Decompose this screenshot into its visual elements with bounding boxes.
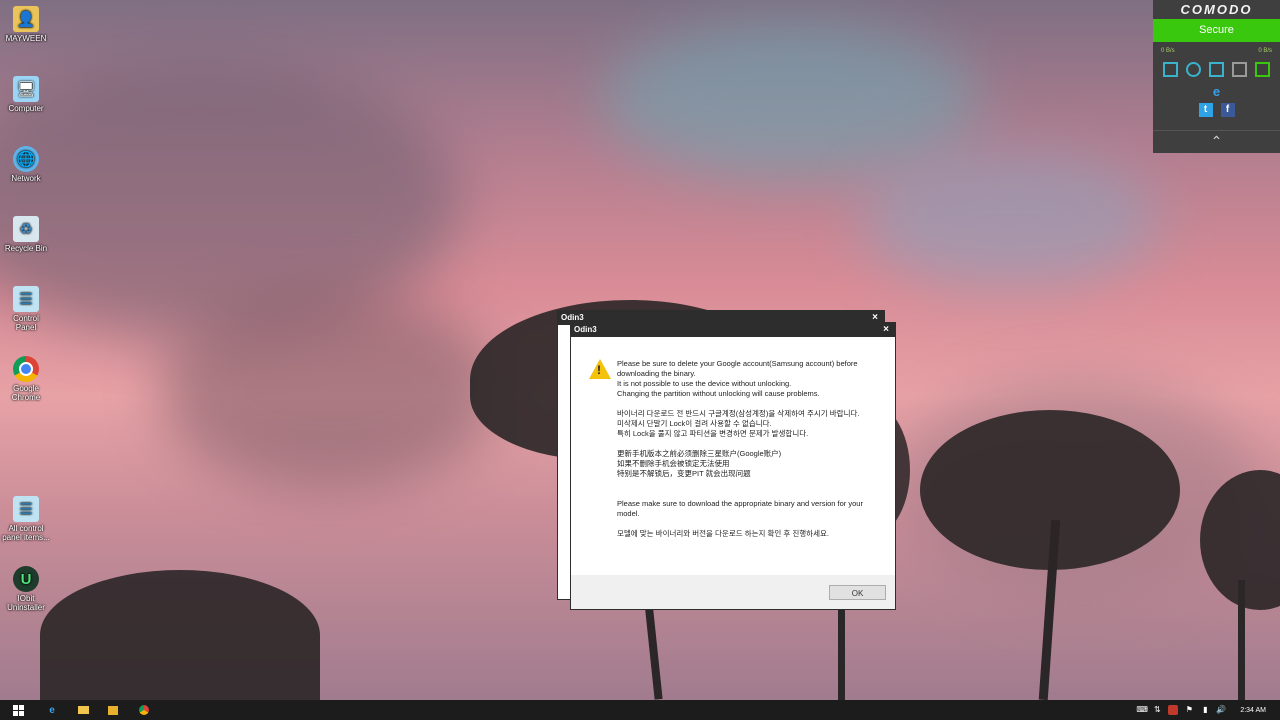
desktop-icon-label: Computer xyxy=(8,104,44,113)
logo-tile xyxy=(12,710,18,716)
windows-start-icon[interactable] xyxy=(10,702,26,718)
folder-shape xyxy=(77,706,89,714)
comodo-social-row: t f xyxy=(1153,103,1280,117)
desktop-icon-label: Network xyxy=(11,174,41,183)
comodo-toolbar xyxy=(1153,54,1280,77)
network-status-icon[interactable]: ⇅ xyxy=(1152,705,1162,715)
comodo-tray-icon[interactable] xyxy=(1168,705,1179,715)
network-monitor-icon[interactable] xyxy=(1255,62,1270,77)
file-explorer-icon[interactable] xyxy=(75,702,91,718)
control-panel-icon: ☰ xyxy=(13,286,39,312)
message-ko-2: 미삭제시 단말기 Lock이 걸려 사용할 수 없습니다. xyxy=(617,419,772,428)
desktop-icon-label: IObit Uninstaller xyxy=(7,594,45,612)
user-folder-icon: 👤 xyxy=(13,6,39,32)
desktop-icon-label: MAYWEEN xyxy=(5,34,47,43)
dialog-body: ! Please be sure to delete your Google a… xyxy=(571,337,895,575)
desktop-icon-all-control-panel-items[interactable]: ☰ All control panel items... xyxy=(2,496,50,542)
twitter-icon[interactable]: t xyxy=(1198,103,1213,117)
chevron-up-icon[interactable]: ⌃ xyxy=(1153,130,1280,153)
comodo-status-badge[interactable]: Secure xyxy=(1153,19,1280,42)
desktop-icon-label: Control Panel xyxy=(13,314,39,332)
iobit-uninstaller-icon: U xyxy=(13,566,39,592)
logo-tile xyxy=(12,704,18,710)
desktop-icon-label: All control panel items... xyxy=(2,524,50,542)
desktop-icon-iobit-uninstaller[interactable]: U IObit Uninstaller xyxy=(2,566,50,612)
keyboard-icon[interactable]: ⌨ xyxy=(1136,705,1148,715)
warning-icon: ! xyxy=(589,359,611,379)
internet-explorer-icon[interactable]: e xyxy=(44,702,60,718)
clock[interactable]: 2:34 AM xyxy=(1240,707,1266,714)
message-zh-2: 如果不删除手机会被锁定无法使用 xyxy=(617,459,730,468)
system-tray: ⌨ ⇅ ⚑ ▮ 🔊 2:34 AM xyxy=(1136,700,1280,720)
message-zh-3: 特别是不解锁后，变更PIT 就会出现问题 xyxy=(617,469,751,478)
computer-icon: 🖥 xyxy=(13,76,39,102)
desktop-icon-label: Recycle Bin xyxy=(4,244,48,253)
comodo-rate-in: 0 B/s xyxy=(1161,48,1175,54)
windows-logo xyxy=(12,704,24,716)
wallpaper-cloud xyxy=(860,150,1160,290)
control-panel-icon: ☰ xyxy=(13,496,39,522)
battery-icon[interactable]: ▮ xyxy=(1200,705,1210,715)
facebook-icon[interactable]: f xyxy=(1220,103,1235,117)
desktop-icon-computer[interactable]: 🖥 Computer xyxy=(2,76,50,113)
desktop-icon-google-chrome[interactable]: Google Chrome xyxy=(2,356,50,402)
chrome-icon-center xyxy=(19,362,33,376)
refresh-icon[interactable] xyxy=(1186,62,1201,77)
comodo-widget: COMODO Secure 0 B/s 0 B/s e t f ⌃ xyxy=(1153,0,1280,153)
camera-icon[interactable] xyxy=(1232,62,1247,77)
message-en-1: Please be sure to delete your Google acc… xyxy=(617,359,858,378)
chrome-icon[interactable] xyxy=(136,702,152,718)
close-icon[interactable]: × xyxy=(883,323,889,337)
logo-tile xyxy=(18,704,24,710)
dialog-titlebar[interactable]: Odin3 × xyxy=(571,323,895,337)
odin3-warning-dialog: Odin3 × ! Please be sure to delete your … xyxy=(570,322,896,610)
internet-explorer-icon[interactable]: e xyxy=(1210,85,1224,99)
window-icon[interactable] xyxy=(1209,62,1224,77)
network-icon: 🌐 xyxy=(13,146,39,172)
desktop-icon-network[interactable]: 🌐 Network xyxy=(2,146,50,183)
comodo-ie-row: e xyxy=(1153,85,1280,99)
layout-icon[interactable] xyxy=(1163,62,1178,77)
window-title: Odin3 xyxy=(561,313,584,322)
media-shape xyxy=(108,705,118,715)
palm-crown xyxy=(40,570,320,700)
recycle-bin-icon: ♻ xyxy=(13,216,39,242)
desktop-icon-label: Google Chrome xyxy=(11,384,41,402)
desktop-icon-mayween[interactable]: 👤 MAYWEEN xyxy=(2,6,50,43)
message-en-3: Changing the partition without unlocking… xyxy=(617,389,820,398)
message-en-2: It is not possible to use the device wit… xyxy=(617,379,792,388)
flag-icon[interactable]: ⚑ xyxy=(1184,705,1194,715)
palm-trunk xyxy=(1238,580,1245,700)
palm-crown xyxy=(920,410,1180,570)
comodo-traffic-rates: 0 B/s 0 B/s xyxy=(1153,42,1280,54)
dialog-message: Please be sure to delete your Google acc… xyxy=(617,359,875,549)
comodo-brand: COMODO xyxy=(1180,2,1253,17)
taskbar: e ⌨ ⇅ ⚑ ▮ 🔊 2:34 AM xyxy=(0,700,1280,720)
volume-icon[interactable]: 🔊 xyxy=(1216,705,1226,715)
logo-tile xyxy=(18,710,24,716)
ok-button[interactable]: OK xyxy=(829,585,886,600)
wallpaper-cloud xyxy=(160,290,500,490)
warning-exclamation: ! xyxy=(597,363,601,377)
dialog-title: Odin3 xyxy=(574,325,597,334)
chrome-shape xyxy=(139,705,149,715)
chrome-icon xyxy=(13,356,39,382)
desktop-icon-recycle-bin[interactable]: ♻ Recycle Bin xyxy=(2,216,50,253)
desktop-icon-control-panel[interactable]: ☰ Control Panel xyxy=(2,286,50,332)
comodo-rate-out: 0 B/s xyxy=(1258,48,1272,54)
wallpaper-cloud xyxy=(600,20,980,180)
message-ko-3: 특히 Lock을 풀지 않고 파티션을 변경하면 문제가 발생합니다. xyxy=(617,429,809,438)
message-ko-1: 바이너리 다운로드 전 반드시 구글계정(삼성계정)을 삭제하여 주시기 바랍니… xyxy=(617,409,860,418)
message-zh-1: 更新手机版本之前必须删除三星账户(Google账户) xyxy=(617,449,782,458)
message-en-4: Please make sure to download the appropr… xyxy=(617,499,863,518)
media-player-icon[interactable] xyxy=(105,702,121,718)
message-ko-4: 모델에 맞는 바이너리와 버전을 다운로드 하는지 확인 후 진행하세요. xyxy=(617,529,829,538)
